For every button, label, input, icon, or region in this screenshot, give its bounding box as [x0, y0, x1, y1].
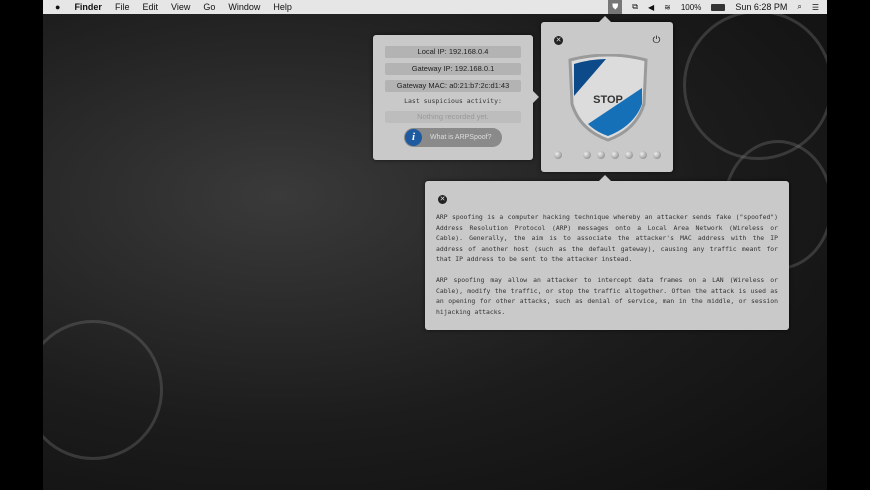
local-ip: Local IP: 192.168.0.4 [385, 46, 521, 58]
stop-shield-button[interactable]: STOP [566, 54, 650, 142]
info-icon: i [405, 129, 422, 146]
notification-center-icon[interactable]: ☰ [812, 3, 819, 12]
gateway-mac: Gateway MAC: a0:21:b7:2c:d1:43 [385, 80, 521, 92]
status-dot [583, 151, 591, 159]
what-is-arpspoof-button[interactable]: i What is ARPSpoof? [404, 128, 502, 147]
spotlight-search-icon[interactable]: ⌕ [797, 2, 801, 12]
status-dot [625, 151, 633, 159]
wallpaper-swirl [683, 10, 827, 160]
info-paragraph-1: ARP spoofing is a computer hacking techn… [436, 213, 778, 264]
status-dot [597, 151, 605, 159]
panel-arrow [599, 16, 611, 22]
panel-arrow [533, 91, 539, 103]
network-info-panel: Local IP: 192.168.0.4 Gateway IP: 192.16… [373, 35, 539, 160]
apple-menu-icon[interactable]: ● [55, 2, 60, 12]
volume-icon[interactable]: ◀ [648, 3, 654, 12]
display-mirror-icon[interactable]: ⧉ [632, 2, 638, 12]
menu-go[interactable]: Go [203, 2, 215, 12]
status-dot [639, 151, 647, 159]
wifi-icon[interactable]: ≋ [664, 3, 671, 12]
arpspoof-shield-icon[interactable]: ⛊ [608, 0, 623, 14]
wallpaper-swirl [43, 320, 163, 460]
status-dot [653, 151, 661, 159]
close-icon[interactable]: ✕ [438, 195, 447, 204]
power-icon[interactable]: ⏻ [652, 36, 661, 46]
last-activity-value: Nothing recorded yet. [385, 111, 521, 123]
shield-panel: ✕ ⏻ STOP [541, 16, 673, 172]
menu-bar: ● Finder File Edit View Go Window Help ⛊… [43, 0, 827, 14]
shield-label: STOP [593, 94, 623, 106]
what-is-arpspoof-label: What is ARPSpoof? [430, 134, 492, 141]
clock[interactable]: Sun 6:28 PM [735, 2, 787, 12]
last-activity-label: Last suspicious activity: [404, 97, 502, 105]
status-dot [554, 151, 562, 159]
battery-icon[interactable] [711, 3, 726, 11]
gateway-ip: Gateway IP: 192.168.0.1 [385, 63, 521, 75]
menu-file[interactable]: File [115, 2, 130, 12]
info-paragraph-2: ARP spoofing may allow an attacker to in… [436, 276, 778, 316]
close-icon[interactable]: ✕ [554, 36, 563, 45]
menu-edit[interactable]: Edit [142, 2, 158, 12]
panel-arrow [599, 175, 611, 181]
battery-percent[interactable]: 100% [681, 3, 701, 12]
menu-window[interactable]: Window [228, 2, 260, 12]
menu-view[interactable]: View [171, 2, 190, 12]
menu-finder[interactable]: Finder [74, 2, 102, 12]
status-dot [611, 151, 619, 159]
menu-help[interactable]: Help [273, 2, 292, 12]
arp-info-panel: ✕ ARP spoofing is a computer hacking tec… [425, 175, 789, 330]
